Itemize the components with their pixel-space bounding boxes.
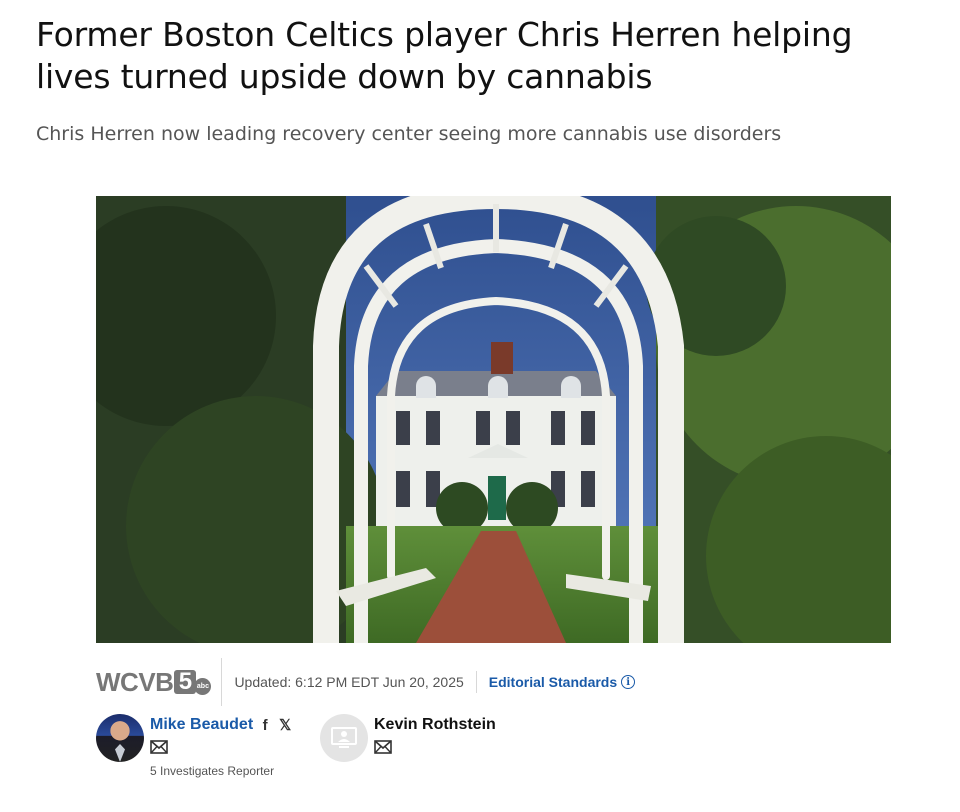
author-name: Kevin Rothstein — [374, 716, 496, 733]
station-logo[interactable]: WCVB 5 abc — [96, 658, 223, 706]
author-role: 5 Investigates Reporter — [150, 764, 275, 778]
author-name-link[interactable]: Mike Beaudet — [150, 716, 253, 734]
mail-icon[interactable] — [374, 740, 392, 754]
editorial-standards-label: Editorial Standards — [488, 674, 618, 690]
article-headline: Former Boston Celtics player Chris Herre… — [36, 15, 853, 96]
abc-logo-icon: abc — [194, 677, 212, 695]
mail-icon[interactable] — [150, 740, 168, 754]
person-placeholder-icon — [331, 727, 357, 748]
avatar-placeholder[interactable] — [320, 714, 368, 762]
logo-number: 5 — [174, 670, 197, 694]
hero-image — [96, 196, 891, 643]
article-meta: WCVB 5 abc Updated: 6:12 PM EDT Jun 20, … — [96, 658, 896, 706]
updated-timestamp: Updated: 6:12 PM EDT Jun 20, 2025 — [222, 671, 477, 693]
facebook-icon[interactable]: f — [257, 716, 273, 734]
editorial-standards-link[interactable]: Editorial Standards i — [477, 674, 636, 690]
author-card: Kevin Rothstein — [320, 714, 496, 762]
article-subheadline: Chris Herren now leading recovery center… — [36, 123, 782, 145]
avatar[interactable] — [96, 714, 144, 762]
author-card: Mike Beaudet f 𝕏 5 Investigates Reporter — [96, 714, 293, 778]
logo-text: WCVB — [96, 666, 174, 697]
info-icon: i — [621, 675, 636, 689]
x-icon[interactable]: 𝕏 — [277, 716, 293, 734]
